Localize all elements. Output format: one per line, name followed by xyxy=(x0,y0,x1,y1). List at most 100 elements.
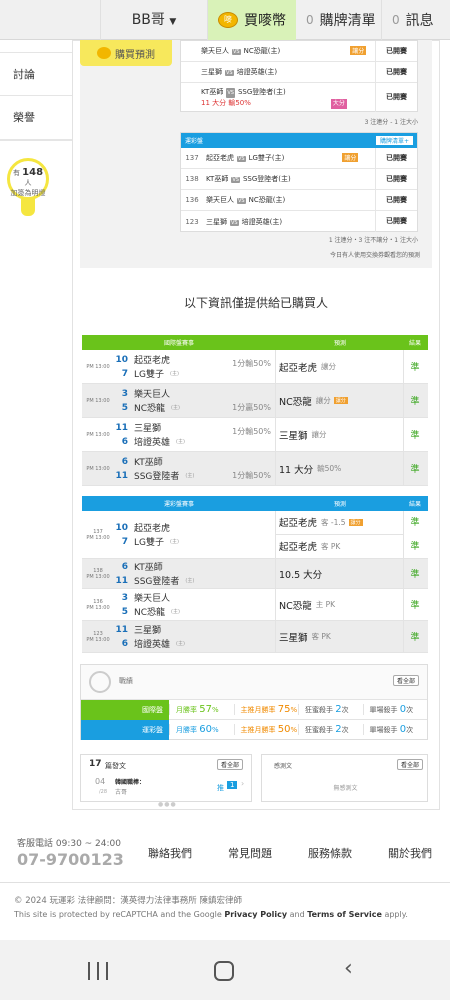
view-all-feel-button[interactable]: 看全部 xyxy=(396,759,423,770)
section-title: 以下資訊僅提供給已購買人 xyxy=(183,296,328,310)
divider xyxy=(381,0,382,40)
mini-lottery-title: 運彩盤 xyxy=(185,138,204,145)
mini-status: 已開賽 xyxy=(375,169,417,189)
buy-coins-tab[interactable]: 嘜買嘜幣 xyxy=(208,0,296,40)
mini-no: 123 xyxy=(185,217,199,226)
hot-tag: 讓分 xyxy=(333,397,348,404)
result: 準 xyxy=(410,601,420,611)
mini-away: 樂天巨人 xyxy=(201,47,229,55)
home-tag: (主) xyxy=(176,641,185,647)
mini-tag: 讓分 xyxy=(342,153,359,162)
mini-away: KT巫師 xyxy=(201,87,224,96)
away-number: 11 xyxy=(115,624,128,635)
user-menu[interactable]: BB哥 ▼ xyxy=(100,0,208,40)
caret-down-icon: ▼ xyxy=(169,17,177,27)
single-unit: 次 xyxy=(406,726,414,734)
hot-tag: 讓分 xyxy=(348,518,363,526)
pick-type: 輸50% xyxy=(317,464,342,473)
home-icon[interactable] xyxy=(214,961,234,981)
game-time: PM 13:00 xyxy=(86,534,110,541)
lottery-note: 1 注連分・3 注不讓分・1 注大小 xyxy=(328,237,418,244)
pick-team: 10.5 大分 xyxy=(279,569,323,581)
month-rate: 60 xyxy=(199,724,212,735)
header-event: 運彩盤賽事 xyxy=(163,501,194,508)
pct-sign: % xyxy=(211,706,219,714)
away-team: 起亞老虎 xyxy=(134,356,171,366)
pick-team: 三星獅 xyxy=(279,430,308,442)
away-team: 樂天巨人 xyxy=(134,594,171,604)
contact-us-link[interactable]: 聯絡我們 xyxy=(148,845,192,861)
view-all-stats-button[interactable]: 看全部 xyxy=(392,675,419,686)
mini-home: SSG登陸者(主) xyxy=(237,87,286,96)
vs-icon: VS xyxy=(232,49,241,55)
feel-empty: 無感測文 xyxy=(333,785,358,792)
mini-row: 三星獅 VS 培證英雄(主) 已開賽 xyxy=(181,62,417,83)
table-row: 137 PM 13:00 10 起亞老虎 7 LG雙子 (主) 起亞老虎客 -1.5 讓分起… xyxy=(82,511,428,559)
home-number: 6 xyxy=(121,436,128,447)
away-team: 三星獅 xyxy=(134,626,162,636)
game-time: PM 13:00 xyxy=(86,636,110,643)
recent-apps-icon[interactable] xyxy=(88,962,108,980)
table-row: PM 13:00 3 樂天巨人 5 NC恐龍 (主) 1分贏50% NC恐龍 讓分 讓分 準 xyxy=(82,384,428,418)
bulb-prefix: 有 xyxy=(12,169,20,177)
table-header: 國際盤賽事 預測 結果 xyxy=(82,335,428,350)
home-team: 培證英雄 xyxy=(134,438,171,448)
carousel-dots: ●●● xyxy=(158,801,177,808)
away-team: 三星獅 xyxy=(134,424,162,434)
home-number: 5 xyxy=(121,402,128,413)
pick-type: 讓分 xyxy=(321,362,337,371)
pick-type: 讓分 xyxy=(311,430,327,439)
bulb-count: 148 xyxy=(22,167,44,178)
back-icon[interactable]: ‹ xyxy=(344,956,353,981)
pick-type: 主 PK xyxy=(315,600,336,609)
sidebar-item-discussion[interactable]: 討論 xyxy=(0,52,72,96)
mini-tag: 讓分 xyxy=(350,46,367,55)
buy-coins-label: 買嘜幣 xyxy=(244,13,286,29)
posts-count: 17 xyxy=(89,759,102,769)
about-link[interactable]: 關於我們 xyxy=(388,845,432,861)
pick-team: 起亞老虎 xyxy=(279,362,318,374)
privacy-link[interactable]: Privacy Policy xyxy=(224,910,287,919)
mini-row: 137 起亞老虎 VS LG雙子(主) 讓分 已開賽 xyxy=(181,148,417,169)
mini-away: 起亞老虎 xyxy=(206,154,234,162)
streak-unit: 次 xyxy=(341,706,349,714)
faq-link[interactable]: 常見問題 xyxy=(228,845,272,861)
table-row: 138 PM 13:00 6 KT巫師 11 SSG登陸者 (主) 10.5 大分 準 xyxy=(82,559,428,589)
mini-no: 138 xyxy=(185,175,199,183)
home-team: NC恐龍 xyxy=(134,404,166,414)
mini-row: 123 三星獅 VS 培證英雄(主) 已開賽 xyxy=(181,211,417,232)
result: 準 xyxy=(410,363,420,373)
stats-row: 國際盤 月勝率 57% 主推月勝率 75% 狂蜜殺手 2次 單場殺手 0次 xyxy=(81,699,427,720)
vs-icon: VS xyxy=(237,156,246,162)
single-label: 單場殺手 xyxy=(369,706,398,714)
divider xyxy=(0,882,450,883)
stats-title: 戰績 xyxy=(119,677,133,685)
pct-sign: % xyxy=(211,726,219,734)
chevron-right-icon[interactable]: › xyxy=(241,779,244,788)
home-number: 7 xyxy=(121,368,128,379)
result: 準 xyxy=(410,517,420,528)
bulb-base-icon xyxy=(21,198,35,216)
mini-status: 已開賽 xyxy=(375,148,417,168)
table-header: 運彩盤賽事 預測 結果 xyxy=(82,496,428,511)
pick-team: NC恐龍 xyxy=(279,396,312,408)
away-team: KT巫師 xyxy=(134,563,163,573)
purchase-list-tab[interactable]: 0 購牌清單 xyxy=(306,0,376,40)
sidebar-item-honor[interactable]: 榮譽 xyxy=(0,96,72,140)
header-pick: 預測 xyxy=(333,501,346,508)
home-number: 11 xyxy=(115,470,128,481)
messages-tab[interactable]: 0 訊息 xyxy=(392,0,434,40)
home-team: 培證英雄 xyxy=(134,640,171,650)
home-team: SSG登陸者 xyxy=(134,577,180,587)
post-title[interactable]: 韓國職棒： xyxy=(115,777,145,786)
messages-count: 0 xyxy=(392,13,400,27)
terms-link[interactable]: 服務條款 xyxy=(308,845,352,861)
add-list-button[interactable]: 購牌清單+ xyxy=(375,136,413,145)
result: 準 xyxy=(410,397,420,407)
phone-number[interactable]: 07-9700123 xyxy=(17,850,124,869)
game-time: PM 13:00 xyxy=(86,397,110,404)
terms-of-service-link[interactable]: Terms of Service xyxy=(307,910,382,919)
month-label: 月勝率 xyxy=(176,726,197,734)
home-tag: (主) xyxy=(171,405,180,411)
view-all-posts-button[interactable]: 看全部 xyxy=(216,759,243,770)
